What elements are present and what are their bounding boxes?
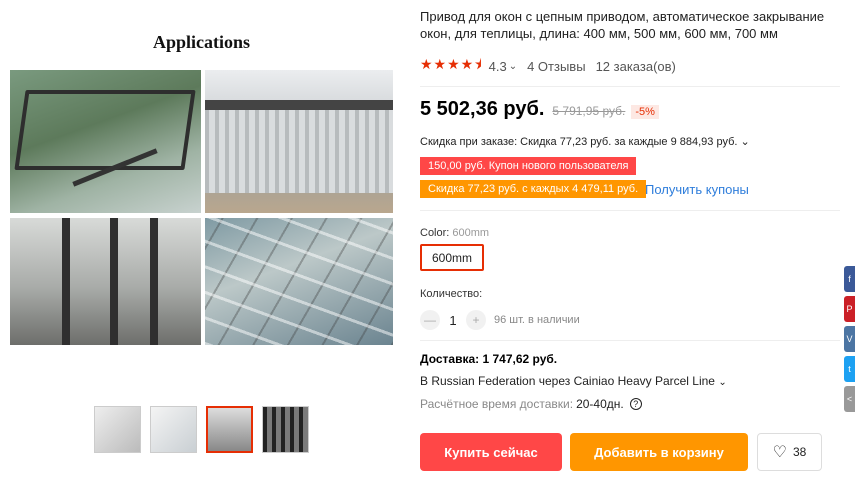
chevron-down-icon[interactable]: ⌄	[509, 61, 517, 72]
thumbnail-4[interactable]	[262, 406, 309, 453]
store-coupon[interactable]: Скидка 77,23 руб. с каждых 4 479,11 руб.	[420, 180, 647, 198]
image-caption: Applications	[152, 32, 251, 52]
get-coupons-link[interactable]: Получить купоны	[645, 182, 749, 197]
delivery-time-value: 20-40дн.	[576, 397, 624, 411]
wishlist-button[interactable]: ♡ 38	[757, 433, 822, 471]
shipping-method[interactable]: В Russian Federation через Cainiao Heavy…	[420, 374, 727, 388]
rating-value[interactable]: 4.3	[489, 59, 507, 74]
color-label: Color: 600mm	[420, 227, 490, 239]
quantity-input[interactable]: 1	[440, 313, 466, 328]
quantity-plus-button[interactable]: +	[466, 310, 486, 330]
divider	[420, 210, 840, 211]
thumbnail-strip	[94, 406, 309, 453]
divider	[420, 86, 840, 87]
price-row: 5 502,36 руб. 5 791,95 руб. -5%	[420, 98, 659, 121]
facebook-share-icon[interactable]: f	[844, 266, 855, 292]
photo-window-actuator-closeup	[10, 218, 201, 345]
color-selected-value: 600mm	[452, 227, 490, 239]
reviews-link[interactable]: 4 Отзывы	[527, 59, 585, 74]
rating-stars-icon: ★★★★⯨	[420, 56, 483, 72]
color-option-600mm[interactable]: 600mm	[420, 244, 484, 271]
photo-greenhouse-window	[10, 70, 201, 213]
product-gallery: Applications	[0, 0, 400, 485]
add-to-cart-button[interactable]: Добавить в корзину	[570, 433, 748, 471]
stock-available: 96 шт. в наличии	[494, 314, 580, 326]
rating-row: ★★★★⯨ 4.3 ⌄ 4 Отзывы 12 заказа(ов)	[420, 54, 676, 78]
twitter-share-icon[interactable]: t	[844, 356, 855, 382]
old-price: 5 791,95 руб.	[552, 104, 626, 118]
photo-industrial-wall-windows	[205, 70, 393, 213]
quantity-minus-button[interactable]: —	[420, 310, 440, 330]
help-icon[interactable]: ?	[629, 398, 642, 410]
product-title: Привод для окон с цепным приводом, автом…	[420, 9, 825, 41]
chevron-down-icon: ⌄	[718, 377, 727, 388]
discount-badge: -5%	[631, 105, 659, 119]
main-product-image[interactable]: Applications	[10, 20, 393, 350]
chevron-down-icon: ⌄	[740, 136, 750, 148]
order-discount[interactable]: Скидка при заказе: Скидка 77,23 руб. за …	[420, 135, 750, 148]
new-user-coupon[interactable]: 150,00 руб. Купон нового пользователя	[420, 157, 637, 175]
current-price: 5 502,36 руб.	[420, 98, 545, 120]
quantity-stepper: — 1 + 96 шт. в наличии	[420, 310, 580, 330]
wishlist-count: 38	[792, 445, 807, 459]
quantity-label: Количество:	[420, 288, 483, 300]
vk-share-icon[interactable]: V	[844, 326, 855, 352]
thumbnail-2[interactable]	[150, 406, 197, 453]
heart-icon: ♡	[772, 444, 787, 461]
pinterest-share-icon[interactable]: P	[844, 296, 855, 322]
share-icon[interactable]: <	[844, 386, 855, 412]
delivery-time: Расчётное время доставки: 20-40дн. ?	[420, 397, 642, 411]
divider	[420, 340, 840, 341]
photo-glass-roof-vents	[205, 218, 393, 345]
thumbnail-3-active[interactable]	[206, 406, 253, 453]
buy-now-button[interactable]: Купить сейчас	[420, 433, 562, 471]
thumbnail-1[interactable]	[94, 406, 141, 453]
social-share-bar: f P V t <	[844, 266, 855, 412]
shipping-cost: Доставка: 1 747,62 руб.	[420, 352, 558, 366]
orders-count: 12 заказа(ов)	[595, 58, 676, 74]
